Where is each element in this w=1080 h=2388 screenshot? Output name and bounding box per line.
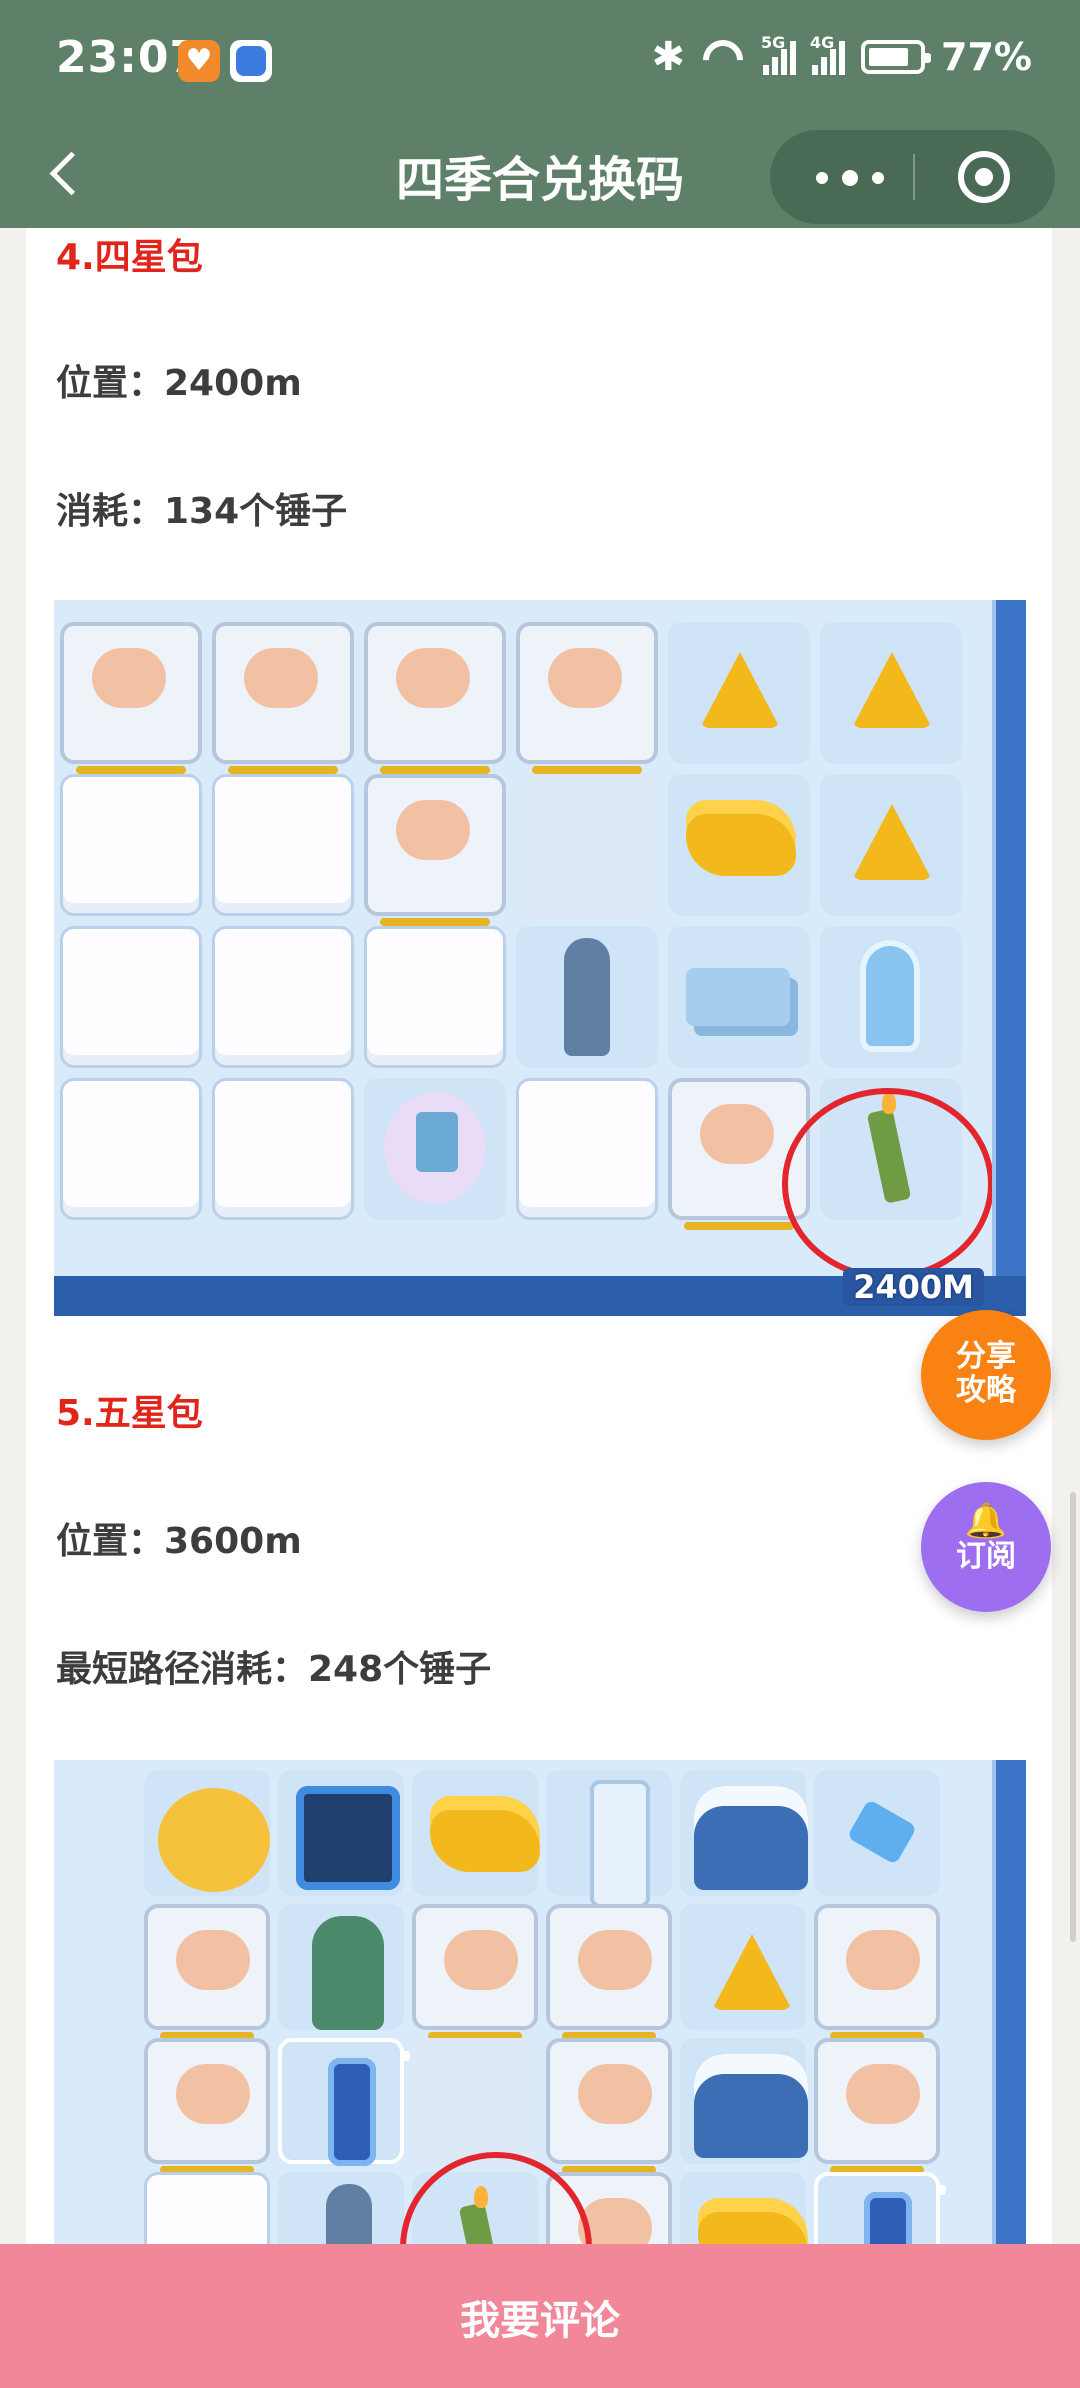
location-4star: 位置：2400m xyxy=(56,363,302,404)
board-cell xyxy=(412,2038,538,2164)
game-board xyxy=(54,600,996,1280)
board-cell xyxy=(516,622,658,774)
board-cell xyxy=(516,926,658,1068)
section-title-4star: 4.四星包 xyxy=(56,237,203,278)
share-guide-button[interactable]: 分享 攻略 xyxy=(921,1310,1051,1440)
scrollbar[interactable] xyxy=(1070,1492,1076,1942)
signal-5g-label: 5G xyxy=(761,33,786,52)
article-body: 4.四星包 位置：2400m 消耗：134个锤子 2400M 5.五星包 位置：… xyxy=(26,228,1052,2248)
board-cell xyxy=(278,2172,404,2248)
bottom-comment-bar[interactable]: 我要评论 xyxy=(0,2244,1080,2388)
board-cell xyxy=(364,1078,506,1220)
board-cell xyxy=(546,2038,672,2174)
cost-5star: 最短路径消耗：248个锤子 xyxy=(56,1649,492,1690)
board-cell xyxy=(680,1770,808,1896)
bluetooth-icon: ✱ xyxy=(651,34,686,80)
signal-4g-icon: 4G xyxy=(810,33,846,75)
board-cell xyxy=(668,774,810,916)
board-cell xyxy=(546,1770,672,1908)
board-cell xyxy=(60,1078,202,1220)
board-cell xyxy=(278,1904,404,2030)
board-cell xyxy=(144,2172,270,2248)
section-title-5star: 5.五星包 xyxy=(56,1393,203,1434)
signal-4g-label: 4G xyxy=(810,33,835,52)
game-screenshot-5star xyxy=(54,1760,1026,2248)
board-cell xyxy=(144,1770,270,1896)
board-cell xyxy=(820,622,962,764)
board-cell xyxy=(212,926,354,1068)
bell-icon: 🔔 xyxy=(964,1501,1008,1541)
game-screenshot-4star: 2400M xyxy=(54,600,1026,1316)
more-options-icon[interactable] xyxy=(808,130,928,224)
capsule-divider xyxy=(913,154,915,200)
heart-app-icon: ♥ xyxy=(178,40,220,82)
board-cell xyxy=(412,1904,538,2040)
board-cell xyxy=(364,774,506,926)
location-5star: 位置：3600m xyxy=(56,1521,302,1562)
board-cell xyxy=(668,926,810,1068)
board-frame xyxy=(992,1760,1026,2248)
board-cell xyxy=(516,774,658,916)
board-cell xyxy=(278,2038,410,2166)
board-cell xyxy=(412,1770,540,1896)
comment-button[interactable]: 我要评论 xyxy=(0,2288,1080,2346)
battery-percent: 77% xyxy=(941,35,1032,79)
board-cell xyxy=(820,926,962,1068)
board-cell xyxy=(546,1904,672,2040)
board-cell xyxy=(680,1904,806,2030)
status-bar: 23:07 ♥ ✱ 5G 4G 77% xyxy=(0,0,1080,118)
battery-icon xyxy=(861,40,932,74)
board-cell xyxy=(144,1904,270,2040)
board-cell xyxy=(364,622,506,774)
distance-badge: 2400M xyxy=(843,1268,984,1306)
board-cell xyxy=(668,622,810,764)
board-cell xyxy=(516,1078,658,1220)
highlight-circle xyxy=(782,1088,994,1280)
share-label-line1: 分享 xyxy=(956,1339,1016,1374)
subscribe-button[interactable]: 🔔 订阅 xyxy=(921,1482,1051,1612)
close-miniprogram-icon[interactable] xyxy=(958,151,1010,203)
nav-bar: 四季合兑换码 xyxy=(0,118,1080,228)
board-cell xyxy=(814,2038,940,2174)
board-cell xyxy=(680,2038,808,2164)
signal-5g-icon: 5G xyxy=(761,33,797,75)
subscribe-label: 订阅 xyxy=(956,1539,1016,1574)
board-cell xyxy=(680,2172,808,2248)
board-cell xyxy=(60,926,202,1068)
board-cell xyxy=(212,1078,354,1220)
share-label-line2: 攻略 xyxy=(956,1373,1016,1408)
mini-program-capsule xyxy=(770,130,1055,224)
board-cell xyxy=(364,926,506,1068)
board-cell xyxy=(144,2038,270,2174)
board-cell xyxy=(60,622,202,774)
board-frame xyxy=(992,600,1026,1316)
board-cell xyxy=(814,2172,946,2248)
board-cell xyxy=(814,1770,940,1896)
game-board xyxy=(54,1760,996,2248)
wifi-icon xyxy=(701,40,747,74)
board-cell xyxy=(212,774,354,916)
board-cell xyxy=(278,1770,404,1896)
board-cell xyxy=(820,774,962,916)
board-cell xyxy=(60,774,202,916)
board-cell xyxy=(212,622,354,774)
status-icons: ✱ 5G 4G 77% xyxy=(651,33,1032,80)
cost-4star: 消耗：134个锤子 xyxy=(56,491,348,532)
app-notification-icon xyxy=(230,40,272,82)
board-cell xyxy=(814,1904,940,2040)
